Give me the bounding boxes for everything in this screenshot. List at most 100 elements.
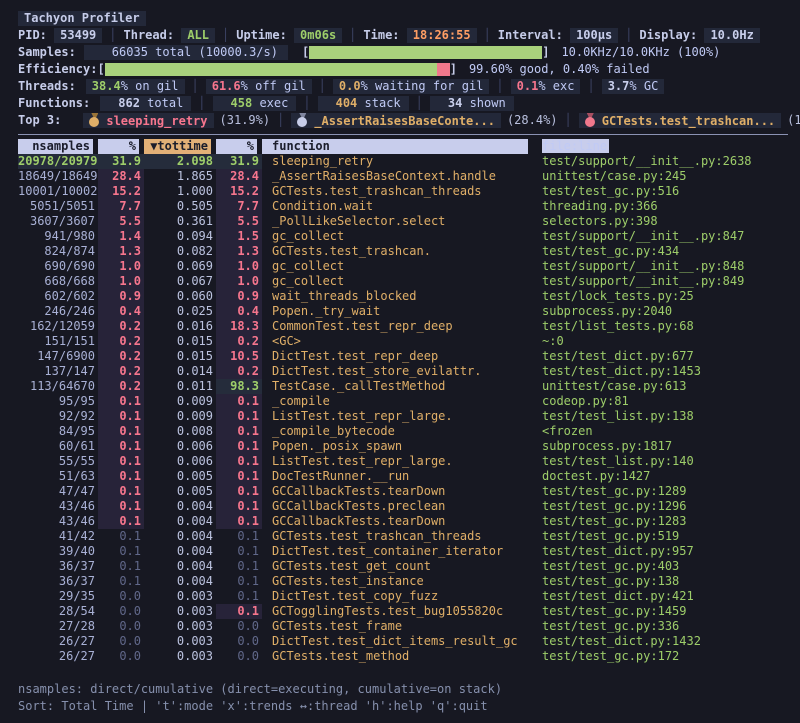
table-row[interactable]: 824/8741.30.0821.3GCTests.test_trashcan.… [18, 244, 788, 259]
top3-item-3[interactable]: GCTests.test_trashcan... [579, 113, 781, 128]
header-pct-cumulative[interactable]: % [216, 139, 257, 154]
table-row[interactable]: 95/950.10.0090.1_compilecodeop.py:81 [18, 394, 788, 409]
separator: │ [192, 78, 199, 95]
function-name: GCTests.test_frame [262, 619, 542, 634]
table-row[interactable]: 10001/1000215.21.00015.2GCTests.test_tra… [18, 184, 788, 199]
table-row[interactable]: 162/120590.20.01618.3CommonTest.test_rep… [18, 319, 788, 334]
nsamples: 95/95 [18, 394, 98, 409]
pct-direct: 1.4 [98, 229, 144, 244]
table-row[interactable]: 28/540.00.0030.1GCTogglingTests.test_bug… [18, 604, 788, 619]
table-row[interactable]: 43/460.10.0040.1GCCallbackTests.preclean… [18, 499, 788, 514]
function-name: DictTest.test_container_iterator [262, 544, 542, 559]
table-row[interactable]: 29/350.00.0030.1DictTest.test_copy_fuzzt… [18, 589, 788, 604]
header-file-line[interactable]: file:line [542, 139, 788, 154]
table-row[interactable]: 55/550.10.0060.1ListTest.test_repr_large… [18, 454, 788, 469]
function-name: ListTest.test_repr_large.<locals>.check [262, 409, 542, 424]
table-row[interactable]: 3607/36075.50.3615.5_PollLikeSelector.se… [18, 214, 788, 229]
table-row[interactable]: 36/370.10.0040.1GCTests.test_get_countte… [18, 559, 788, 574]
pct-cumulative: 0.1 [216, 589, 262, 604]
pct-cumulative: 0.1 [216, 544, 262, 559]
table-row[interactable]: 941/9801.40.0941.5gc_collecttest/support… [18, 229, 788, 244]
table-row[interactable]: 20978/2097931.92.09831.9sleeping_retryte… [18, 154, 788, 169]
thread-value[interactable]: ALL [181, 28, 215, 43]
functions-label: Functions: [18, 95, 90, 112]
pct-cumulative: 0.1 [216, 559, 262, 574]
nsamples: 43/46 [18, 499, 98, 514]
function-name: DictTest.test_dict_items_result_gc [262, 634, 542, 649]
top3-pct-1: (31.9%) [220, 112, 271, 129]
top3-item-2[interactable]: _AssertRaisesBaseConte... [291, 113, 501, 128]
table-row[interactable]: 39/400.10.0040.1DictTest.test_container_… [18, 544, 788, 559]
separator: │ [109, 27, 116, 44]
table-row[interactable]: 26/270.00.0030.0DictTest.test_dict_items… [18, 634, 788, 649]
top3-item-1[interactable]: sleeping_retry [83, 113, 213, 128]
nsamples: 20978/20979 [18, 154, 98, 169]
nsamples: 147/6900 [18, 349, 98, 364]
waiting-suffix: % waiting for gil [361, 79, 484, 93]
table-row[interactable]: 602/6020.90.0600.9wait_threads_blockedte… [18, 289, 788, 304]
stack-value: 404 [336, 96, 358, 110]
pct-direct: 0.2 [98, 334, 144, 349]
footer-keybindings: Sort: Total Time | 't':mode 'x':trends ↔… [18, 698, 800, 715]
samples-label: Samples: [18, 44, 76, 61]
table-row[interactable]: 668/6681.00.0671.0gc_collecttest/support… [18, 274, 788, 289]
shown-suffix: shown [470, 96, 506, 110]
tottime: 1.000 [144, 184, 216, 199]
tottime: 0.004 [144, 514, 216, 529]
table-row[interactable]: 5051/50517.70.5057.7Condition.waitthread… [18, 199, 788, 214]
table-row[interactable]: 84/950.10.0080.1_compile_bytecode<frozen… [18, 424, 788, 439]
header-pct-direct[interactable]: % [98, 139, 139, 154]
table-row[interactable]: 690/6901.00.0691.0gc_collecttest/support… [18, 259, 788, 274]
pct-cumulative: 1.5 [216, 229, 262, 244]
file-line: threading.py:366 [542, 199, 788, 214]
table-row[interactable]: 36/370.10.0040.1GCTests.test_instancetes… [18, 574, 788, 589]
pct-direct: 0.2 [98, 364, 144, 379]
header-tottime-sorted[interactable]: ▼tottime [144, 139, 211, 154]
separator: │ [319, 78, 326, 95]
pct-direct: 0.1 [98, 514, 144, 529]
pct-cumulative: 0.1 [216, 454, 262, 469]
file-line: test/test_dict.py:957 [542, 544, 788, 559]
table-row[interactable]: 41/420.10.0040.1GCTests.test_trashcan_th… [18, 529, 788, 544]
table-row[interactable]: 18649/1864928.41.86528.4_AssertRaisesBas… [18, 169, 788, 184]
nsamples: 29/35 [18, 589, 98, 604]
stack-suffix: stack [365, 96, 401, 110]
table-row[interactable]: 137/1470.20.0140.2DictTest.test_store_ev… [18, 364, 788, 379]
table-row[interactable]: 43/460.10.0040.1GCCallbackTests.tearDown… [18, 514, 788, 529]
pct-direct: 15.2 [98, 184, 144, 199]
function-name: GCTests.test_trashcan_threads [262, 184, 542, 199]
function-name: GCCallbackTests.tearDown [262, 484, 542, 499]
separator: │ [565, 112, 572, 129]
threads-waiting: 0.0% waiting for gil [333, 79, 490, 94]
table-row[interactable]: 47/470.10.0050.1GCCallbackTests.tearDown… [18, 484, 788, 499]
function-name: wait_threads_blocked [262, 289, 542, 304]
table-row[interactable]: 27/280.00.0030.0GCTests.test_frametest/t… [18, 619, 788, 634]
tottime: 0.011 [144, 379, 216, 394]
function-name: GCCallbackTests.tearDown [262, 514, 542, 529]
nsamples: 5051/5051 [18, 199, 98, 214]
table-row[interactable]: 147/69000.20.01510.5DictTest.test_repr_d… [18, 349, 788, 364]
header-function[interactable]: function [262, 139, 528, 154]
nsamples: 151/151 [18, 334, 98, 349]
table-row[interactable]: 151/1510.20.0150.2<GC>~:0 [18, 334, 788, 349]
threads-on-gil: 38.4% on gil [86, 79, 185, 94]
function-name: GCTests.test_instance [262, 574, 542, 589]
table-row[interactable]: 51/630.10.0050.1DocTestRunner.__rundocte… [18, 469, 788, 484]
nsamples: 10001/10002 [18, 184, 98, 199]
table-row[interactable]: 246/2460.40.0250.4Popen._try_waitsubproc… [18, 304, 788, 319]
function-name: GCCallbackTests.preclean [262, 499, 542, 514]
efficiency-bar-failed [437, 63, 450, 76]
header-nsamples[interactable]: nsamples [18, 139, 93, 154]
pct-cumulative: 0.1 [216, 394, 262, 409]
tottime: 0.006 [144, 454, 216, 469]
table-row[interactable]: 26/270.00.0030.0GCTests.test_methodtest/… [18, 649, 788, 664]
table-row[interactable]: 60/610.10.0060.1Popen._posix_spawnsubpro… [18, 439, 788, 454]
table-header: nsamples % ▼tottime % function file:line [18, 139, 788, 154]
function-name: DictTest.test_repr_deep [262, 349, 542, 364]
table-row[interactable]: 92/920.10.0090.1ListTest.test_repr_large… [18, 409, 788, 424]
function-name: DocTestRunner.__run [262, 469, 542, 484]
bronze-medal-icon [585, 113, 596, 127]
pct-cumulative: 10.5 [216, 349, 262, 364]
table-row[interactable]: 113/646700.20.01198.3TestCase._callTestM… [18, 379, 788, 394]
nsamples: 941/980 [18, 229, 98, 244]
